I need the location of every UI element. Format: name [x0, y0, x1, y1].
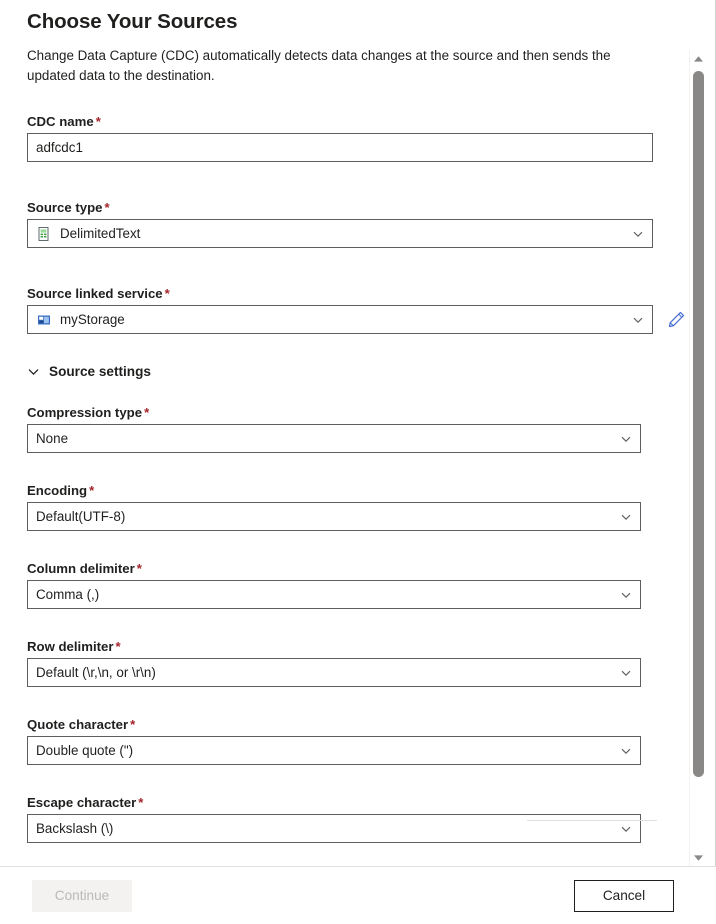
- required-marker: *: [104, 200, 110, 215]
- label-compression-type: Compression type *: [27, 405, 150, 420]
- source-linked-service-value: myStorage: [60, 312, 125, 327]
- field-quote-character: Quote character * Double quote ("): [0, 717, 686, 765]
- required-marker: *: [138, 795, 144, 810]
- escape-character-dropdown[interactable]: Backslash (\): [27, 814, 641, 843]
- scrollbar-track[interactable]: [690, 67, 707, 849]
- quote-character-dropdown[interactable]: Double quote ("): [27, 736, 641, 765]
- scrollbar-thumb[interactable]: [693, 71, 704, 777]
- label-cdc-name: CDC name *: [27, 114, 101, 129]
- source-type-dropdown[interactable]: DelimitedText: [27, 219, 653, 248]
- source-settings-label: Source settings: [49, 364, 151, 379]
- field-column-delimiter: Column delimiter * Comma (,): [0, 561, 686, 609]
- scroll-down-arrow-icon[interactable]: [690, 849, 707, 866]
- encoding-dropdown[interactable]: Default(UTF-8): [27, 502, 641, 531]
- icon-row-divider: [527, 820, 657, 821]
- scroll-up-glyph: [694, 55, 703, 62]
- required-marker: *: [136, 561, 142, 576]
- delimited-text-file-icon: [38, 226, 49, 241]
- page-title: Choose Your Sources: [27, 10, 238, 33]
- choose-sources-dialog: Choose Your Sources Change Data Capture …: [0, 0, 716, 924]
- dialog-footer: Continue Cancel: [0, 866, 716, 924]
- required-marker: *: [89, 483, 95, 498]
- chevron-down-icon: [633, 317, 643, 323]
- field-source-linked-service: Source linked service * myStorage: [0, 286, 686, 334]
- continue-button[interactable]: Continue: [32, 879, 132, 912]
- label-encoding: Encoding *: [27, 483, 95, 498]
- label-source-linked-service: Source linked service *: [27, 286, 170, 301]
- label-quote-character: Quote character *: [27, 717, 136, 732]
- field-compression-type: Compression type * None: [0, 405, 686, 453]
- compression-type-value: None: [36, 431, 69, 446]
- label-row-delimiter: Row delimiter *: [27, 639, 121, 654]
- chevron-down-icon: [621, 592, 631, 598]
- scroll-up-arrow-icon[interactable]: [690, 50, 707, 67]
- scrollable-content-region: Choose Your Sources Change Data Capture …: [0, 0, 716, 866]
- pencil-icon[interactable]: [667, 310, 686, 329]
- scroll-down-glyph: [694, 854, 703, 861]
- required-marker: *: [164, 286, 170, 301]
- quote-character-value: Double quote ("): [36, 743, 134, 758]
- source-linked-service-dropdown[interactable]: myStorage: [27, 305, 653, 334]
- cdc-name-input[interactable]: [27, 133, 653, 162]
- chevron-down-icon: [633, 231, 643, 237]
- column-delimiter-dropdown[interactable]: Comma (,): [27, 580, 641, 609]
- form-content: Choose Your Sources Change Data Capture …: [0, 0, 686, 866]
- chevron-down-icon: [28, 369, 39, 375]
- required-marker: *: [95, 114, 101, 129]
- field-row-delimiter: Row delimiter * Default (\r,\n, or \r\n): [0, 639, 686, 687]
- row-delimiter-dropdown[interactable]: Default (\r,\n, or \r\n): [27, 658, 641, 687]
- source-settings-section-toggle[interactable]: Source settings: [0, 364, 686, 379]
- cancel-button[interactable]: Cancel: [574, 879, 674, 912]
- row-delimiter-value: Default (\r,\n, or \r\n): [36, 665, 156, 680]
- chevron-down-icon: [621, 748, 631, 754]
- field-escape-character: Escape character * Backslash (\): [0, 795, 686, 843]
- chevron-down-icon: [621, 670, 631, 676]
- field-cdc-name: CDC name *: [0, 114, 686, 162]
- vertical-scrollbar[interactable]: [689, 50, 707, 866]
- source-type-value: DelimitedText: [60, 226, 141, 241]
- label-source-type: Source type *: [27, 200, 110, 215]
- chevron-down-icon: [621, 514, 631, 520]
- required-marker: *: [115, 639, 121, 654]
- field-encoding: Encoding * Default(UTF-8): [0, 483, 686, 531]
- column-delimiter-value: Comma (,): [36, 587, 100, 602]
- label-column-delimiter: Column delimiter *: [27, 561, 142, 576]
- required-marker: *: [144, 405, 150, 420]
- required-marker: *: [130, 717, 136, 732]
- compression-type-dropdown[interactable]: None: [27, 424, 641, 453]
- dialog-description: Change Data Capture (CDC) automatically …: [27, 48, 611, 83]
- chevron-down-icon: [621, 826, 631, 832]
- field-source-type: Source type * DelimitedText: [0, 200, 686, 248]
- storage-account-icon: [38, 315, 50, 324]
- source-linked-service-row: myStorage: [27, 305, 686, 334]
- chevron-down-icon: [621, 436, 631, 442]
- escape-character-value: Backslash (\): [36, 821, 114, 836]
- encoding-value: Default(UTF-8): [36, 509, 126, 524]
- label-escape-character: Escape character *: [27, 795, 144, 810]
